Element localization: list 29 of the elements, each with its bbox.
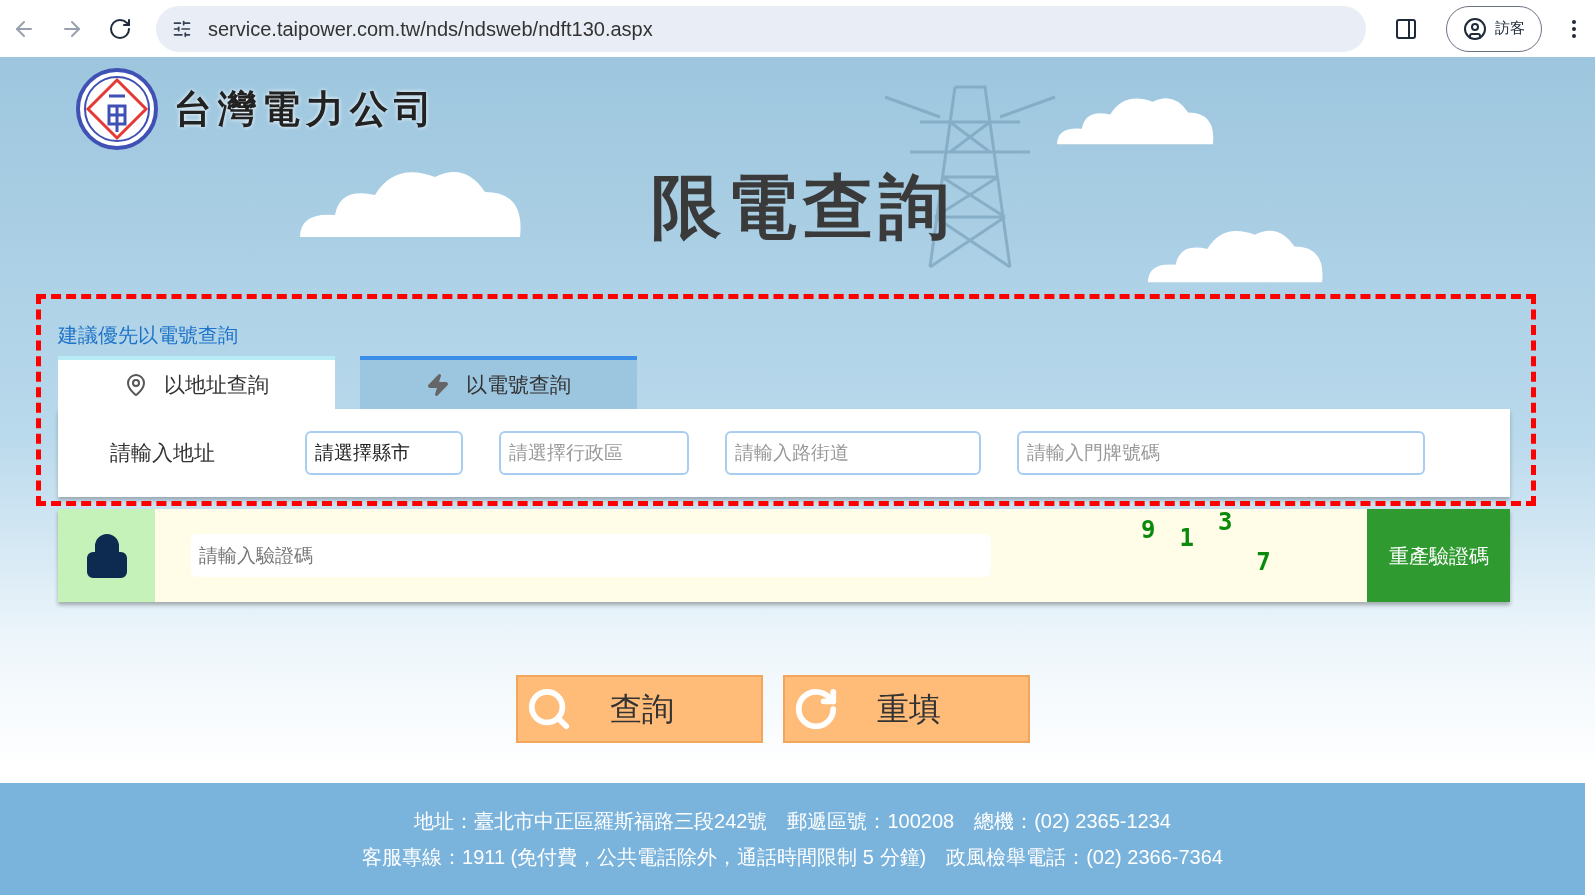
captcha-digit: 9: [1141, 514, 1156, 546]
address-field[interactable]: 請選擇行政區: [499, 431, 689, 475]
reset-button[interactable]: 重填: [782, 675, 1030, 743]
search-tab[interactable]: 以地址查詢: [58, 356, 335, 409]
address-field[interactable]: 請輸入門牌號碼: [1017, 431, 1425, 475]
address-bar[interactable]: service.taipower.com.tw/nds/ndsweb/ndft130.aspx: [156, 5, 1366, 52]
captcha-digit: 1: [1179, 522, 1194, 554]
address-label: 請輸入地址: [110, 440, 216, 467]
lightning-icon: [426, 372, 450, 397]
url-text: service.taipower.com.tw/nds/ndsweb/ndft130.aspx: [208, 16, 653, 42]
page-title: 限電查詢: [650, 167, 955, 248]
captcha-digit: 3: [1217, 506, 1233, 538]
side-panel-icon[interactable]: [1394, 16, 1418, 41]
address-field[interactable]: 請選擇縣市: [305, 431, 463, 475]
search-button[interactable]: 查詢: [515, 675, 763, 743]
regenerate-captcha-button[interactable]: 重產驗證碼: [1367, 509, 1510, 602]
footer-text: 地址：臺北市中正區羅斯福路三段242號 郵遞區號：100208 總機：(02) 2365-1234: [414, 809, 1171, 834]
address-field[interactable]: 請輸入路街道: [725, 431, 981, 475]
footer-text: 客服專線：1911 (免付費，公共電話除外，通話時間限制 5 分鐘) 政風檢舉電話：(02) 2366-7364: [362, 845, 1223, 870]
search-tab[interactable]: 以電號查詢: [360, 356, 637, 409]
reload-icon[interactable]: [108, 16, 132, 41]
captcha-field[interactable]: 請輸入驗證碼: [191, 534, 991, 577]
captcha-digit: 7: [1256, 546, 1271, 578]
map-pin-icon: [124, 372, 148, 397]
suggestion-text: 建議優先以電號查詢: [58, 323, 239, 348]
site-info-icon[interactable]: [172, 18, 192, 39]
company-name: 台灣電力公司: [174, 86, 438, 132]
user-icon: [1463, 16, 1487, 41]
company-logo-icon: [76, 68, 158, 150]
